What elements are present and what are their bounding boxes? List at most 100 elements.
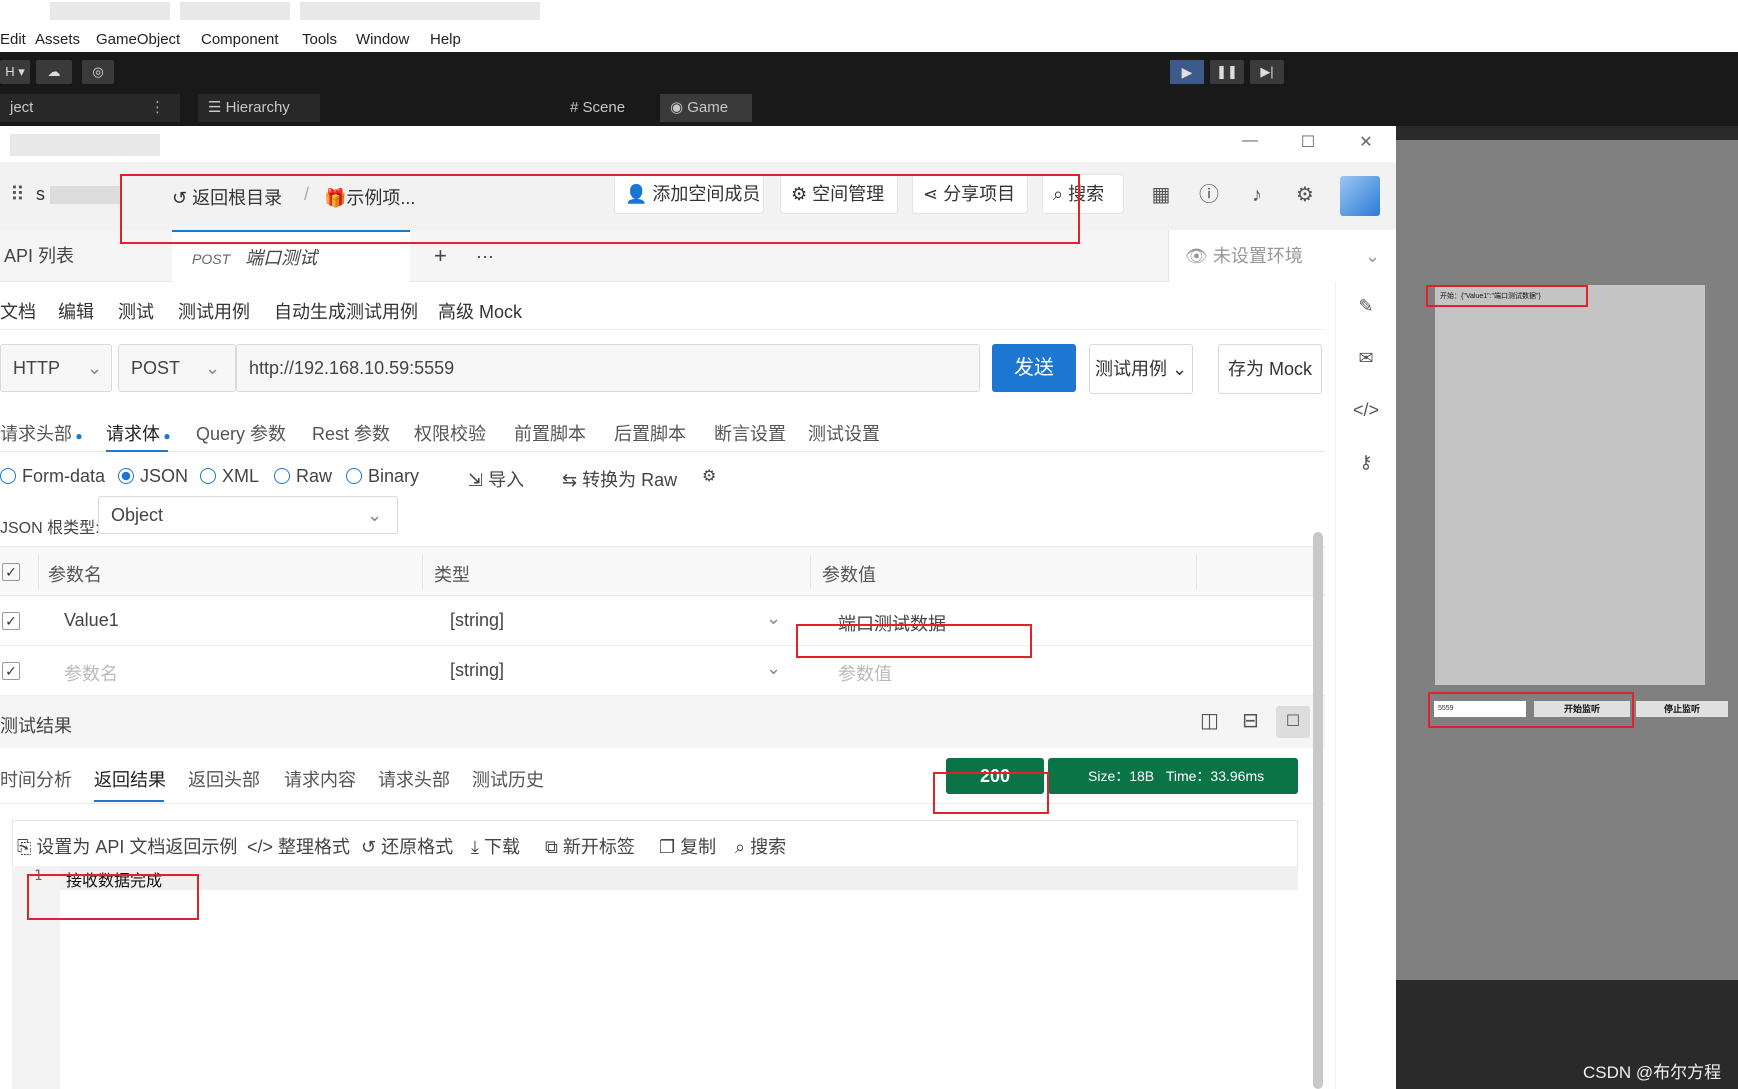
protocol-select[interactable]: HTTP ⌄	[0, 344, 112, 392]
copy-icon: ❐	[659, 837, 681, 857]
tab-request-headers[interactable]: 请求头部	[378, 766, 450, 792]
menu-help[interactable]: Help	[430, 31, 461, 48]
highlight-box	[1426, 285, 1588, 307]
tab-response-headers[interactable]: 返回头部	[188, 766, 260, 792]
convert-raw-button[interactable]: ⇆ 转换为 Raw	[562, 466, 677, 492]
menu-gameobject[interactable]: GameObject	[96, 31, 180, 48]
mail-icon[interactable]: ✉	[1352, 344, 1380, 372]
active-line-highlight	[60, 866, 1298, 890]
tab-req-headers[interactable]: 请求头部 ●	[0, 420, 83, 446]
menu-edit[interactable]: Edit	[0, 31, 26, 48]
lock-icon[interactable]: ⋮	[150, 94, 165, 122]
minimize-icon[interactable]: —	[1230, 132, 1270, 156]
settings-icon[interactable]: ⚙	[1292, 182, 1318, 208]
response-size: Size：18B	[1088, 768, 1155, 784]
tab-project[interactable]: ject ⋮	[0, 94, 180, 122]
tab-time-analysis[interactable]: 时间分析	[0, 766, 72, 792]
subnav-test-case[interactable]: 测试用例	[178, 298, 250, 324]
comment-icon[interactable]: ✎	[1352, 292, 1380, 320]
param-name-placeholder[interactable]: 参数名	[64, 660, 118, 686]
play-button[interactable]: ▶	[1170, 60, 1204, 84]
tab-response-body[interactable]: 返回结果	[94, 766, 166, 792]
code-icon[interactable]: </>	[1352, 396, 1380, 424]
restore-format-button[interactable]: ↺ 还原格式	[361, 833, 453, 859]
menu-window[interactable]: Window	[356, 31, 409, 48]
url-input[interactable]: http://192.168.10.59:5559	[236, 344, 980, 392]
maximize-panel-icon[interactable]: ☐	[1276, 706, 1310, 738]
subnav-mock[interactable]: 高级 Mock	[438, 298, 522, 324]
tab-query-params[interactable]: Query 参数	[196, 420, 286, 446]
cloud-icon[interactable]: ☁	[36, 60, 72, 84]
search-response-button[interactable]: ⌕ 搜索	[735, 833, 786, 859]
copy-button[interactable]: ❐ 复制	[659, 833, 716, 859]
download-button[interactable]: ⤓ 下载	[471, 833, 520, 859]
tab-auth[interactable]: 权限校验	[414, 420, 486, 446]
select-all-checkbox[interactable]: ✓	[2, 563, 20, 581]
import-button[interactable]: ⇲ 导入	[468, 466, 524, 492]
param-value-placeholder[interactable]: 参数值	[838, 660, 892, 686]
tab-scene[interactable]: # Scene	[560, 94, 656, 122]
step-button[interactable]: ▶|	[1250, 60, 1284, 84]
scrollbar[interactable]	[1313, 532, 1323, 1089]
tab-game[interactable]: ◉ Game	[660, 94, 752, 122]
test-case-button[interactable]: 测试用例 ⌄	[1089, 344, 1193, 394]
method-select[interactable]: POST ⌄	[118, 344, 236, 392]
tab-req-headers-label: 请求头部	[0, 424, 72, 444]
menu-tools[interactable]: Tools	[302, 31, 337, 48]
save-mock-button[interactable]: 存为 Mock	[1218, 344, 1322, 394]
tab-post-script[interactable]: 后置脚本	[614, 420, 686, 446]
radio-raw[interactable]: Raw	[274, 466, 332, 487]
grid-icon: #	[570, 99, 583, 116]
subnav-edit[interactable]: 编辑	[58, 298, 94, 324]
radio-binary[interactable]: Binary	[346, 466, 419, 487]
tab-hierarchy[interactable]: ☰ Hierarchy	[198, 94, 320, 122]
param-type[interactable]: [string]	[450, 660, 504, 681]
param-type[interactable]: [string]	[450, 610, 504, 631]
import-label: 导入	[488, 470, 525, 490]
split-vertical-icon[interactable]: ◫	[1200, 708, 1219, 733]
send-button[interactable]: 发送	[992, 344, 1076, 392]
tab-test-settings[interactable]: 测试设置	[808, 420, 880, 446]
avatar[interactable]	[1340, 176, 1380, 216]
method-value: POST	[131, 358, 181, 378]
collab-icon[interactable]: ◎	[82, 60, 114, 84]
stop-listen-button[interactable]: 停止监听	[1636, 701, 1728, 717]
radio-xml[interactable]: XML	[200, 466, 259, 487]
set-example-button[interactable]: ⎘ 设置为 API 文档返回示例	[17, 833, 237, 859]
tab-request-content[interactable]: 请求内容	[284, 766, 356, 792]
json-root-select[interactable]: Object ⌄	[98, 496, 398, 534]
menu-component[interactable]: Component	[201, 31, 279, 48]
subnav-doc[interactable]: 文档	[0, 298, 36, 324]
format-button[interactable]: </> 整理格式	[247, 833, 350, 859]
pause-button[interactable]: ❚❚	[1210, 60, 1244, 84]
radio-json[interactable]: JSON	[118, 466, 188, 487]
ai-icon[interactable]: ⚙	[702, 466, 716, 486]
subnav-auto-gen[interactable]: 自动生成测试用例	[274, 298, 418, 324]
chevron-down-icon[interactable]: ⌄	[766, 658, 781, 679]
method-tag: POST	[192, 251, 231, 267]
param-name[interactable]: Value1	[64, 610, 119, 631]
tab-pre-script[interactable]: 前置脚本	[514, 420, 586, 446]
apps-grid-icon[interactable]: ⠿	[10, 182, 25, 207]
radio-form-data[interactable]: Form-data	[0, 466, 105, 487]
tab-assertions[interactable]: 断言设置	[714, 420, 786, 446]
bell-icon[interactable]: ♪	[1244, 182, 1270, 208]
tab-req-body[interactable]: 请求体 ●	[106, 420, 171, 446]
row-checkbox[interactable]: ✓	[2, 612, 20, 630]
new-tab-button[interactable]: ⧉ 新开标签	[545, 833, 635, 859]
tab-rest-params[interactable]: Rest 参数	[312, 420, 390, 446]
tab-test-history[interactable]: 测试历史	[472, 766, 544, 792]
calendar-icon[interactable]: ▦	[1148, 182, 1174, 208]
row-checkbox[interactable]: ✓	[2, 662, 20, 680]
split-horizontal-icon[interactable]: ⊟	[1242, 708, 1259, 733]
environment-select[interactable]: 👁 未设置环境 ⌄	[1168, 230, 1396, 282]
account-dropdown[interactable]: H ▾	[0, 60, 30, 84]
key-icon[interactable]: ⚷	[1352, 448, 1380, 476]
subnav-test[interactable]: 测试	[118, 298, 154, 324]
close-icon[interactable]: ✕	[1346, 132, 1386, 156]
maximize-icon[interactable]: ☐	[1288, 132, 1328, 156]
menu-assets[interactable]: Assets	[35, 31, 80, 48]
chevron-down-icon[interactable]: ⌄	[766, 608, 781, 629]
workspace-name[interactable]: s	[36, 184, 45, 205]
help-icon[interactable]: ⓘ	[1196, 182, 1222, 208]
